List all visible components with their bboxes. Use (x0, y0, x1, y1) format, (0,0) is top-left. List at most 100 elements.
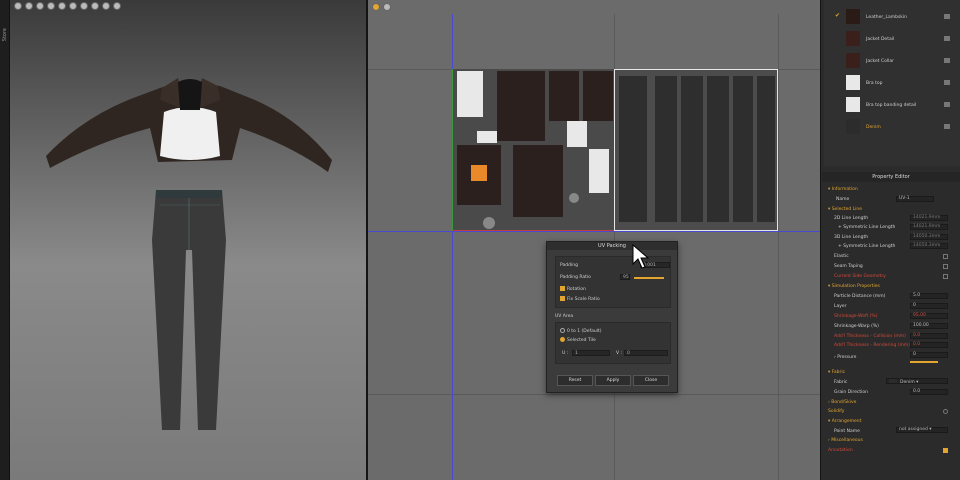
uv-area-label: UV Area (555, 314, 574, 319)
uv-toolbar (372, 3, 391, 11)
grid-line (368, 394, 820, 395)
pressure-label[interactable]: › Pressure (834, 355, 856, 360)
solidify-section[interactable]: Solidify (828, 409, 844, 414)
apply-button[interactable]: Apply (595, 375, 631, 386)
annotation-checkbox[interactable] (943, 448, 948, 453)
uv-piece[interactable] (619, 76, 647, 222)
shrinkage-warp-input[interactable]: 100.00 (910, 323, 948, 329)
pin-icon[interactable] (80, 2, 88, 10)
uv-piece[interactable] (733, 76, 753, 222)
add-thick-collision-input[interactable]: 0.0 (910, 333, 948, 339)
avatar-icon[interactable] (25, 2, 33, 10)
padding-ratio-input[interactable]: 95 (620, 274, 630, 280)
arrangement-section[interactable]: ▾ Arrangement (828, 419, 861, 424)
particle-distance-input[interactable]: 5.0 (910, 293, 948, 299)
rotation-checkbox[interactable]: Rotation (560, 286, 586, 292)
line-2d-label: 2D Line Length (834, 216, 869, 221)
uv-settings-icon[interactable] (383, 3, 391, 11)
option-selected-tile-radio[interactable]: Selected Tile (560, 337, 596, 343)
fabric-item[interactable]: Leather_Lambskin (846, 9, 956, 27)
fix-scale-checkbox[interactable]: Fix Scale Ratio (560, 296, 600, 302)
sun-icon[interactable] (14, 2, 22, 10)
fabric-item[interactable]: Jacket Detail (846, 31, 956, 49)
grain-input[interactable]: 0.0 (910, 389, 948, 395)
uv-tile-selected-0[interactable] (452, 69, 614, 231)
bond-skive-section[interactable]: › Bond/Skive (828, 400, 856, 405)
uv-piece[interactable] (589, 149, 609, 193)
u-label: U : (562, 351, 569, 356)
fabric-menu-icon[interactable] (944, 80, 950, 85)
shrinkage-weft-input[interactable]: 95.00 (910, 313, 948, 319)
close-button[interactable]: Close (633, 375, 669, 386)
garment-icon[interactable] (36, 2, 44, 10)
seam-taping-checkbox[interactable] (943, 264, 948, 269)
reset-button[interactable]: Reset (557, 375, 593, 386)
left-side-strip: Store (0, 0, 10, 480)
store-tab[interactable]: Store (2, 28, 8, 41)
add-thick-render-input[interactable]: 0.0 (910, 342, 948, 348)
padding-label: Padding (560, 263, 578, 268)
fabric-item[interactable]: Jacket Collar (846, 53, 956, 71)
padding-section: Padding 0.001 Padding Ratio 95 Rotation … (555, 256, 671, 308)
miscellaneous-section[interactable]: › Miscellaneous (828, 438, 863, 443)
information-section[interactable]: ▾ Information (828, 187, 858, 192)
uv-piece[interactable] (757, 76, 775, 222)
shirt-icon[interactable] (69, 2, 77, 10)
grain-label: Grain Direction (834, 390, 868, 395)
fabric-section[interactable]: ▾ Fabric (828, 370, 845, 375)
fabric-menu-icon[interactable] (944, 58, 950, 63)
uv-piece[interactable] (681, 76, 703, 222)
pressure-input[interactable]: 0 (910, 352, 948, 358)
fabric-swatch (846, 119, 860, 134)
fabric-name: Leather_Lambskin (866, 15, 907, 20)
name-input[interactable]: UV-1 (896, 196, 934, 202)
fabric-name: Jacket Detail (866, 37, 895, 42)
uv-piece[interactable] (567, 121, 587, 147)
point-name-label: Point Name (834, 429, 860, 434)
dialog-title: UV Packing (547, 242, 677, 250)
uv-piece[interactable] (457, 71, 483, 117)
uv-piece[interactable] (707, 76, 729, 222)
uv-mode-icon[interactable] (372, 3, 380, 11)
3d-viewport[interactable] (10, 0, 366, 480)
fabric-menu-icon[interactable] (944, 14, 950, 19)
uv-piece[interactable] (549, 71, 579, 121)
u-input[interactable]: 1 (572, 350, 610, 356)
solidify-toggle[interactable] (943, 409, 948, 414)
fabric-name: Bra top banding detail (866, 103, 917, 108)
export-icon[interactable] (113, 2, 121, 10)
selected-line-section[interactable]: ▾ Selected Line (828, 207, 862, 212)
uv-piece[interactable] (655, 76, 677, 222)
uv-piece[interactable] (513, 145, 563, 217)
uv-piece[interactable] (477, 131, 497, 143)
uv-piece[interactable] (497, 71, 545, 141)
layer-input[interactable]: 0 (910, 303, 948, 309)
pressure-slider[interactable] (910, 361, 938, 363)
elastic-checkbox[interactable] (943, 254, 948, 259)
fabric-menu-icon[interactable] (944, 102, 950, 107)
simulation-section[interactable]: ▾ Simulation Properties (828, 284, 880, 289)
logo-icon (471, 165, 487, 181)
option-0to1-radio[interactable]: 0 to 1 (Default) (560, 328, 602, 334)
point-name-select[interactable]: not assigned ▾ (896, 427, 948, 433)
fabric-swatch (846, 53, 860, 68)
padding-ratio-slider[interactable] (634, 277, 664, 279)
camera-icon[interactable] (91, 2, 99, 10)
fabric-item[interactable]: Bra top (846, 75, 956, 93)
shrinkage-weft-label: Shrinkage-Weft (%) (834, 314, 878, 319)
fabric-menu-icon[interactable] (944, 124, 950, 129)
uv-piece[interactable] (569, 193, 579, 203)
current-side-checkbox[interactable] (943, 274, 948, 279)
uv-piece[interactable] (583, 71, 613, 121)
v-input[interactable]: 0 (624, 350, 668, 356)
uv-piece[interactable] (483, 217, 495, 229)
texture-icon[interactable] (47, 2, 55, 10)
fabric-item[interactable]: Bra top banding detail (846, 97, 956, 115)
render-icon[interactable] (102, 2, 110, 10)
fabric-select[interactable]: Denim ▾ (886, 378, 948, 385)
fabric-menu-icon[interactable] (944, 36, 950, 41)
fabric-item[interactable]: Denim (846, 119, 956, 137)
person-icon[interactable] (58, 2, 66, 10)
uv-tile-selected-1[interactable] (614, 69, 778, 231)
add-thick-render-label: Add'l Thickness - Rendering (mm) (834, 343, 911, 348)
